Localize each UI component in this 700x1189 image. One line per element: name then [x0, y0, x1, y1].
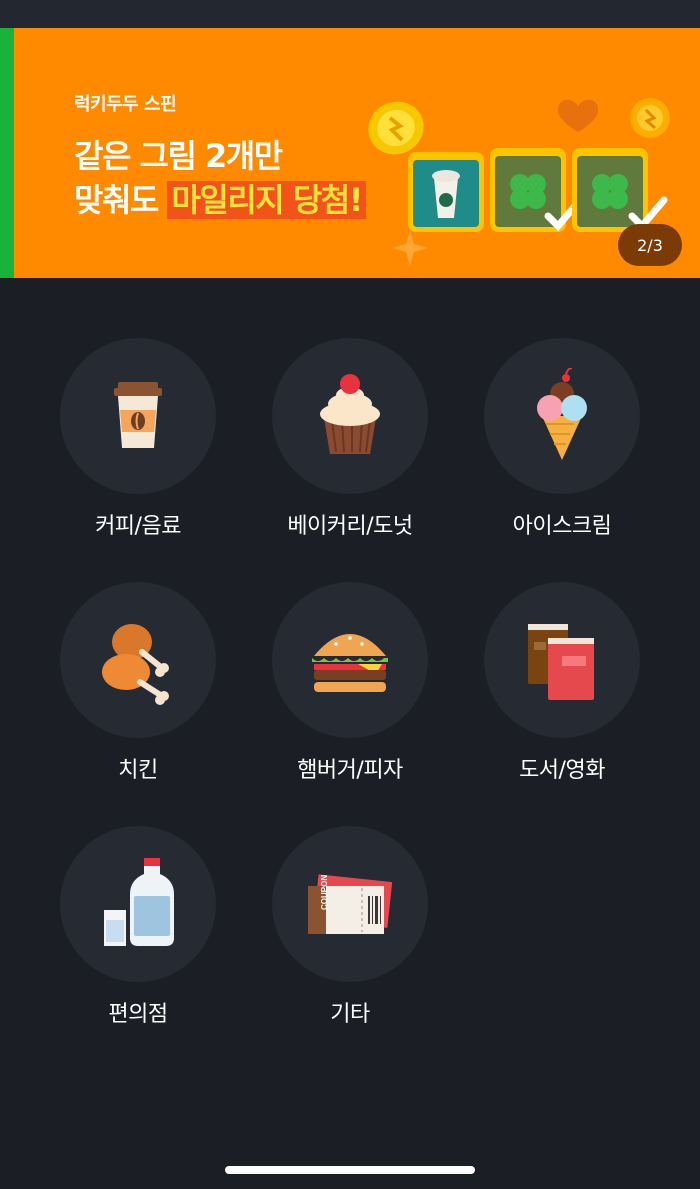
slot-1: [408, 152, 484, 232]
category-icon-circle: [484, 582, 640, 738]
banner-kicker: 럭키두두 스핀: [74, 94, 177, 115]
carousel-page-indicator: 2/3: [618, 224, 682, 266]
category-icon-circle: COUPON: [272, 826, 428, 982]
banner-line2-prefix: 맞춰도: [74, 181, 168, 219]
category-etc[interactable]: COUPON 기타: [244, 766, 456, 1027]
ice-cream-icon: [537, 368, 587, 460]
category-bakery[interactable]: 베이커리/도넛: [244, 278, 456, 539]
category-icon-circle: [484, 338, 640, 494]
category-coffee[interactable]: 커피/음료: [32, 278, 244, 539]
slot-3: [572, 148, 668, 232]
coin-icon: [630, 98, 670, 138]
banner-accent-strip: [0, 28, 14, 278]
burger-icon: [312, 634, 388, 692]
category-icon-circle: [60, 826, 216, 982]
coupon-icon-text: COUPON: [320, 875, 329, 910]
category-label: 도서/영화: [519, 758, 605, 783]
banner-headline-line1: 같은 그림 2개만: [74, 137, 283, 175]
category-icon-circle: [272, 338, 428, 494]
category-icon-circle: [60, 338, 216, 494]
chicken-icon: [102, 624, 169, 705]
banner-headline-line2: 맞춰도 마일리지 당첨!: [74, 175, 366, 221]
slot-2: [490, 148, 584, 232]
status-bar: [0, 0, 700, 28]
category-icon-circle: [272, 582, 428, 738]
category-convenience-store[interactable]: 편의점: [32, 766, 244, 1027]
promo-banner[interactable]: 럭키두두 스핀 같은 그림 2개만 맞춰도 마일리지 당첨! 2/3: [0, 28, 700, 278]
category-ice-cream[interactable]: 아이스크림: [456, 278, 668, 539]
heart-icon: [557, 99, 599, 132]
category-label: 기타: [330, 1002, 370, 1027]
category-chicken[interactable]: 치킨: [32, 522, 244, 783]
category-label: 편의점: [108, 1002, 168, 1027]
category-books[interactable]: 도서/영화: [456, 522, 668, 783]
coupon-icon: COUPON: [308, 874, 393, 934]
coffee-icon: [114, 382, 162, 448]
books-icon: [528, 624, 594, 700]
category-icon-circle: [60, 582, 216, 738]
cupcake-icon: [320, 374, 380, 454]
banner-highlight: 마일리지 당첨!: [167, 181, 366, 219]
home-indicator[interactable]: [225, 1166, 475, 1174]
category-burger[interactable]: 햄버거/피자: [244, 522, 456, 783]
bottle-icon: [104, 858, 174, 946]
